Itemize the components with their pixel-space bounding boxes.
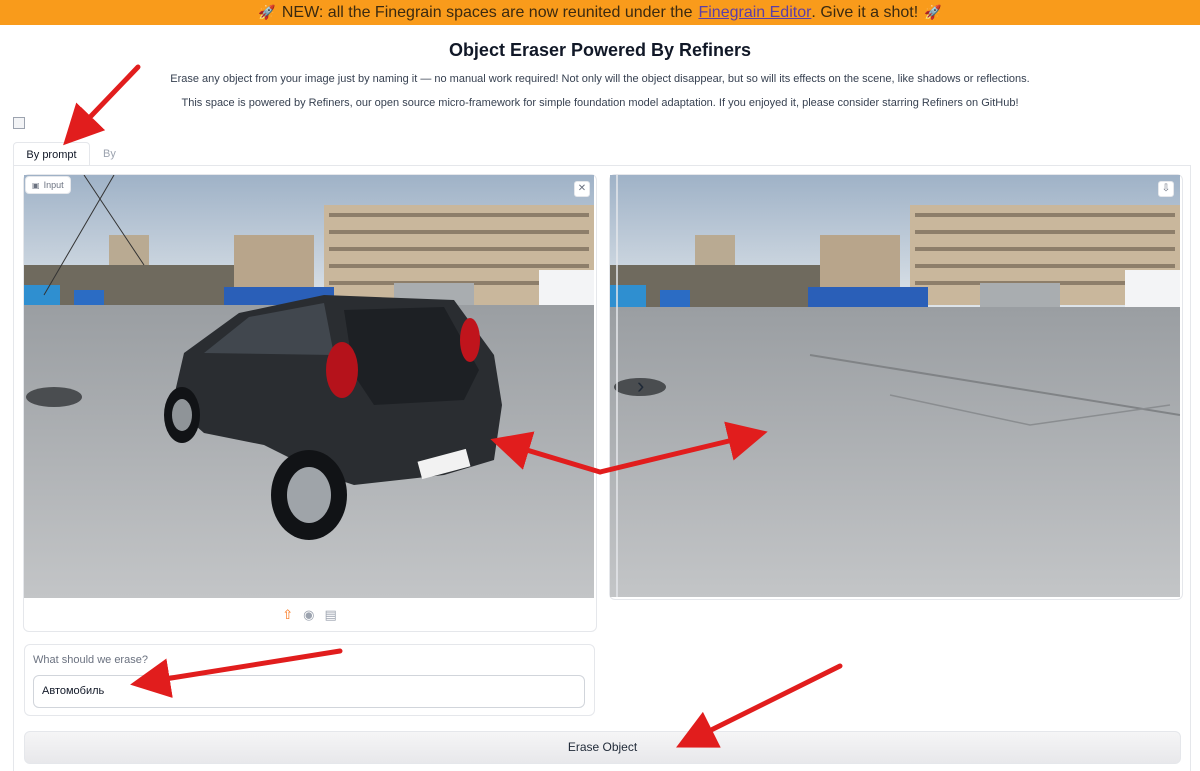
webcam-icon[interactable]: ◉ [303,607,314,623]
description-line-1: Erase any object from your image just by… [170,73,1030,85]
description-line-2: This space is powered by Refiners, our o… [181,97,1019,109]
chevron-right-icon[interactable]: › [637,373,644,399]
output-photo [610,175,1180,597]
download-icon[interactable]: ⇩ [1158,181,1174,197]
upload-icon[interactable]: ⇧ [282,607,293,623]
tab-by-prompt[interactable]: By prompt [13,142,90,166]
image-icon: ▣ [32,180,40,190]
prompt-label: What should we erase? [33,654,148,666]
announcement-banner: 🚀 NEW: all the Finegrain spaces are now … [0,0,1200,25]
finegrain-editor-link[interactable]: Finegrain Editor [698,4,811,22]
banner-text-prefix: NEW: all the Finegrain spaces are now re… [281,3,693,21]
clipboard-icon[interactable]: ▤ [324,607,336,623]
close-icon[interactable]: ✕ [574,181,590,197]
erase-object-button[interactable]: Erase Object [24,731,1181,764]
image-source-toolbar: ⇧ ◉ ▤ [24,600,595,630]
prompt-input[interactable]: Автомобиль [33,675,585,708]
page-title: Object Eraser Powered By Refiners [448,40,752,60]
input-badge-label: Input [43,180,64,190]
banner-text-suffix: . Give it a shot! [811,3,919,21]
rocket-icon: 🚀 [924,4,942,20]
tab-by-bounding-box[interactable]: By bounding box [91,142,160,208]
input-photo [24,175,594,598]
rocket-icon: 🚀 [258,4,276,20]
input-label-badge: ▣ Input [25,176,71,194]
broken-image-icon [13,117,25,129]
